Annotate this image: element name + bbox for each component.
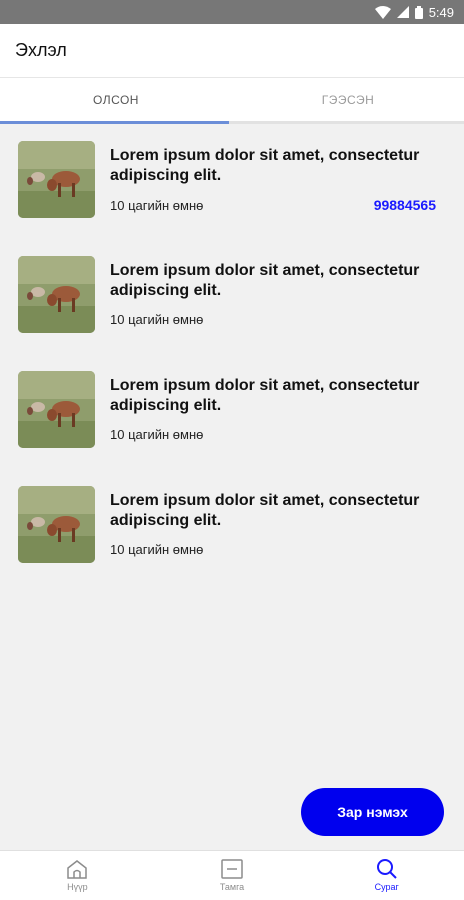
battery-icon [414, 5, 423, 19]
list-item[interactable]: Lorem ipsum dolor sit amet, consectetur … [0, 255, 464, 370]
nav-label-search: Сураг [374, 882, 399, 892]
nav-item-home[interactable]: Нүүр [0, 851, 155, 900]
item-meta: 10 цагийн өмнө [110, 427, 436, 442]
post-list: Lorem ipsum dolor sit amet, consectetur … [0, 124, 464, 600]
item-title: Lorem ipsum dolor sit amet, consectetur … [110, 262, 420, 299]
nav-item-stamp[interactable]: Тамга [155, 851, 310, 900]
list-item[interactable]: Lorem ipsum dolor sit amet, consectetur … [0, 485, 464, 600]
nav-label-home: Нүүр [67, 882, 88, 892]
tab-found[interactable]: ОЛСОН [0, 78, 232, 121]
item-title: Lorem ipsum dolor sit amet, consectetur … [110, 377, 420, 414]
tab-lost[interactable]: ГЭЭСЭН [232, 78, 464, 121]
search-icon [376, 859, 398, 882]
signal-icon [396, 6, 409, 18]
wifi-icon [374, 5, 391, 19]
bottom-nav: Нүүр Тамга Сураг [0, 850, 464, 900]
tab-indicator [0, 121, 229, 124]
item-thumbnail [18, 486, 95, 563]
tab-found-label: ОЛСОН [93, 92, 139, 107]
nav-label-stamp: Тамга [219, 882, 245, 892]
item-body: Lorem ipsum dolor sit amet, consectetur … [110, 255, 436, 327]
item-title: Lorem ipsum dolor sit amet, consectetur … [110, 492, 420, 529]
item-meta: 10 цагийн өмнө [110, 312, 436, 327]
item-meta: 10 цагийн өмнө 99884565 [110, 197, 436, 213]
status-bar: 5:49 [0, 0, 464, 24]
app-bar: Эхлэл [0, 24, 464, 78]
item-body: Lorem ipsum dolor sit amet, consectetur … [110, 140, 436, 213]
item-thumbnail [18, 371, 95, 448]
list-item[interactable]: Lorem ipsum dolor sit amet, consectetur … [0, 370, 464, 485]
tab-lost-label: ГЭЭСЭН [321, 92, 375, 107]
item-title: Lorem ipsum dolor sit amet, consectetur … [110, 147, 420, 184]
home-icon [66, 859, 88, 882]
item-time: 10 цагийн өмнө [110, 312, 204, 327]
item-time: 10 цагийн өмнө [110, 542, 204, 557]
page-title: Эхлэл [15, 40, 67, 60]
item-meta: 10 цагийн өмнө [110, 542, 436, 557]
list-item[interactable]: Lorem ipsum dolor sit amet, consectetur … [0, 140, 464, 255]
status-time: 5:49 [428, 4, 454, 20]
item-time: 10 цагийн өмнө [110, 197, 204, 213]
item-body: Lorem ipsum dolor sit amet, consectetur … [110, 485, 436, 557]
item-time: 10 цагийн өмнө [110, 427, 204, 442]
item-phone[interactable]: 99884565 [374, 197, 436, 213]
nav-item-search[interactable]: Сураг [309, 851, 464, 900]
tab-bar: ОЛСОН ГЭЭСЭН [0, 78, 464, 124]
item-body: Lorem ipsum dolor sit amet, consectetur … [110, 370, 436, 442]
add-listing-button[interactable]: Зар нэмэх [301, 788, 444, 836]
item-thumbnail [18, 141, 95, 218]
item-thumbnail [18, 256, 95, 333]
app-screen: 5:49 Эхлэл ОЛСОН ГЭЭСЭН Lorem ipsum dolo… [0, 0, 464, 900]
stamp-icon [221, 859, 243, 882]
